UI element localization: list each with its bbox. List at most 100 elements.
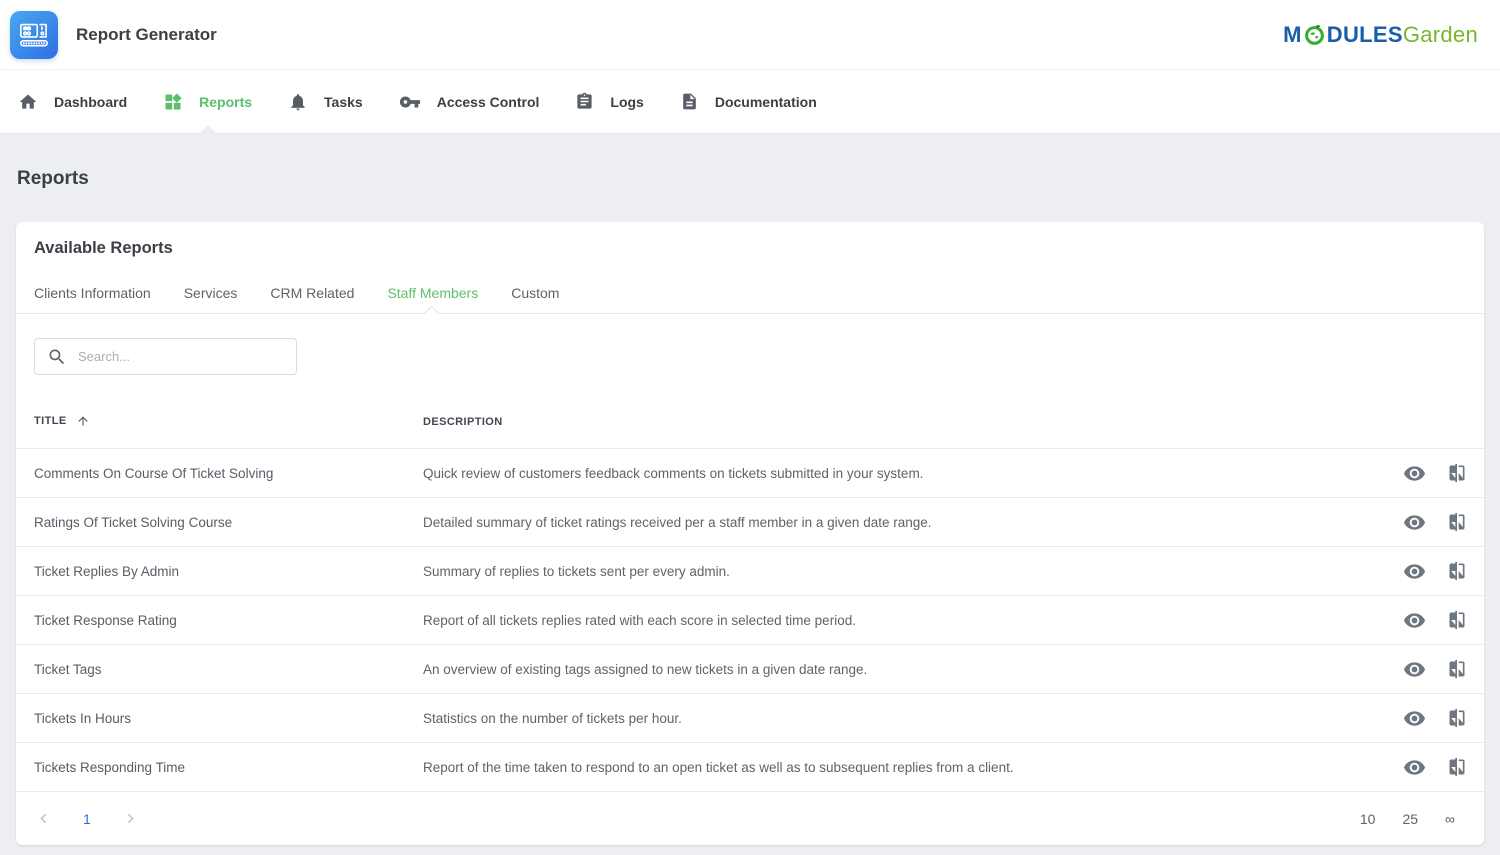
available-reports-card: Available Reports Clients Information Se… bbox=[16, 222, 1484, 845]
nav-label: Dashboard bbox=[54, 94, 127, 110]
chevron-left-icon bbox=[34, 809, 53, 828]
generate-report-button[interactable] bbox=[1447, 659, 1467, 679]
page-size-25[interactable]: 25 bbox=[1402, 811, 1418, 827]
previous-page-button[interactable] bbox=[34, 809, 53, 828]
clipboard-icon bbox=[575, 92, 594, 111]
nav-label: Documentation bbox=[715, 94, 817, 110]
report-title: Tickets Responding Time bbox=[16, 760, 423, 775]
nav-item-documentation[interactable]: Documentation bbox=[662, 70, 835, 133]
pagination: 1 bbox=[34, 809, 140, 828]
view-report-button[interactable] bbox=[1403, 707, 1426, 730]
next-page-button[interactable] bbox=[121, 809, 140, 828]
compare-icon bbox=[1447, 561, 1467, 581]
search-box bbox=[34, 338, 297, 375]
brand-text-dules: DULES bbox=[1327, 24, 1403, 46]
row-actions bbox=[1403, 756, 1484, 779]
view-report-button[interactable] bbox=[1403, 511, 1426, 534]
page-content: Reports Available Reports Clients Inform… bbox=[0, 134, 1500, 855]
page-size-options: 10 25 ∞ bbox=[1360, 811, 1466, 827]
compare-icon bbox=[1447, 463, 1467, 483]
nav-label: Tasks bbox=[324, 94, 363, 110]
nav-item-reports[interactable]: Reports bbox=[145, 70, 270, 133]
tab-crm-related[interactable]: CRM Related bbox=[270, 285, 354, 313]
table-row: Ticket Tags An overview of existing tags… bbox=[16, 644, 1484, 693]
row-actions bbox=[1403, 511, 1484, 534]
brand-text-garden: Garden bbox=[1403, 24, 1478, 46]
report-title: Ticket Response Rating bbox=[16, 613, 423, 628]
compare-icon bbox=[1447, 512, 1467, 532]
generate-report-button[interactable] bbox=[1447, 463, 1467, 483]
view-report-button[interactable] bbox=[1403, 609, 1426, 632]
search-input[interactable] bbox=[78, 349, 296, 364]
app-title: Report Generator bbox=[76, 25, 217, 45]
card-title: Available Reports bbox=[16, 222, 1484, 258]
table-row: Comments On Course Of Ticket Solving Qui… bbox=[16, 448, 1484, 497]
generate-report-button[interactable] bbox=[1447, 561, 1467, 581]
tab-services[interactable]: Services bbox=[184, 285, 238, 313]
modulesgarden-logo: M DULES Garden bbox=[1283, 23, 1478, 46]
report-description: Report of all tickets replies rated with… bbox=[423, 613, 1403, 628]
report-description: Summary of replies to tickets sent per e… bbox=[423, 564, 1403, 579]
view-report-button[interactable] bbox=[1403, 658, 1426, 681]
report-generator-logo-icon bbox=[10, 11, 58, 59]
table-footer: 1 10 25 ∞ bbox=[16, 791, 1484, 845]
tab-custom[interactable]: Custom bbox=[511, 285, 559, 313]
nav-label: Access Control bbox=[437, 94, 540, 110]
row-actions bbox=[1403, 609, 1484, 632]
report-title: Ticket Replies By Admin bbox=[16, 564, 423, 579]
report-description: Quick review of customers feedback comme… bbox=[423, 466, 1403, 481]
main-nav: Dashboard Reports Tasks Access Control L… bbox=[0, 70, 1500, 134]
key-icon bbox=[399, 91, 421, 113]
column-header-title[interactable]: TITLE bbox=[34, 415, 67, 427]
compare-icon bbox=[1447, 757, 1467, 777]
home-icon bbox=[18, 92, 38, 112]
nav-item-dashboard[interactable]: Dashboard bbox=[0, 70, 145, 133]
report-category-tabs: Clients Information Services CRM Related… bbox=[16, 285, 1484, 314]
generate-report-button[interactable] bbox=[1447, 512, 1467, 532]
eye-icon bbox=[1403, 560, 1426, 583]
eye-icon bbox=[1403, 609, 1426, 632]
page-size-10[interactable]: 10 bbox=[1360, 811, 1376, 827]
row-actions bbox=[1403, 462, 1484, 485]
table-row: Ratings Of Ticket Solving Course Detaile… bbox=[16, 497, 1484, 546]
row-actions bbox=[1403, 560, 1484, 583]
table-row: Tickets Responding Time Report of the ti… bbox=[16, 742, 1484, 791]
compare-icon bbox=[1447, 659, 1467, 679]
view-report-button[interactable] bbox=[1403, 756, 1426, 779]
search-icon bbox=[47, 347, 67, 367]
table-header: TITLE DESCRIPTION bbox=[16, 395, 1484, 448]
column-header-description[interactable]: DESCRIPTION bbox=[423, 416, 503, 428]
nav-item-tasks[interactable]: Tasks bbox=[270, 70, 381, 133]
report-title: Comments On Course Of Ticket Solving bbox=[16, 466, 423, 481]
document-icon bbox=[680, 92, 699, 111]
nav-label: Logs bbox=[610, 94, 643, 110]
nav-item-logs[interactable]: Logs bbox=[557, 70, 661, 133]
compare-icon bbox=[1447, 708, 1467, 728]
compare-icon bbox=[1447, 610, 1467, 630]
report-description: Detailed summary of ticket ratings recei… bbox=[423, 515, 1403, 530]
tab-clients-information[interactable]: Clients Information bbox=[34, 285, 151, 313]
page-title: Reports bbox=[0, 134, 1500, 222]
table-body: Comments On Course Of Ticket Solving Qui… bbox=[16, 448, 1484, 791]
report-description: Statistics on the number of tickets per … bbox=[423, 711, 1403, 726]
page-size-all[interactable]: ∞ bbox=[1445, 811, 1455, 827]
current-page[interactable]: 1 bbox=[73, 811, 101, 827]
globe-icon bbox=[1303, 23, 1326, 46]
report-title: Ticket Tags bbox=[16, 662, 423, 677]
generate-report-button[interactable] bbox=[1447, 610, 1467, 630]
nav-item-access-control[interactable]: Access Control bbox=[381, 70, 558, 133]
report-description: Report of the time taken to respond to a… bbox=[423, 760, 1403, 775]
sort-asc-icon[interactable] bbox=[76, 414, 90, 428]
eye-icon bbox=[1403, 756, 1426, 779]
brand-text-m: M bbox=[1283, 24, 1302, 46]
chevron-right-icon bbox=[121, 809, 140, 828]
generate-report-button[interactable] bbox=[1447, 708, 1467, 728]
row-actions bbox=[1403, 658, 1484, 681]
tab-staff-members[interactable]: Staff Members bbox=[387, 285, 478, 313]
generate-report-button[interactable] bbox=[1447, 757, 1467, 777]
view-report-button[interactable] bbox=[1403, 560, 1426, 583]
top-bar: Report Generator M DULES Garden bbox=[0, 0, 1500, 70]
view-report-button[interactable] bbox=[1403, 462, 1426, 485]
table-row: Ticket Replies By Admin Summary of repli… bbox=[16, 546, 1484, 595]
nav-label: Reports bbox=[199, 94, 252, 110]
